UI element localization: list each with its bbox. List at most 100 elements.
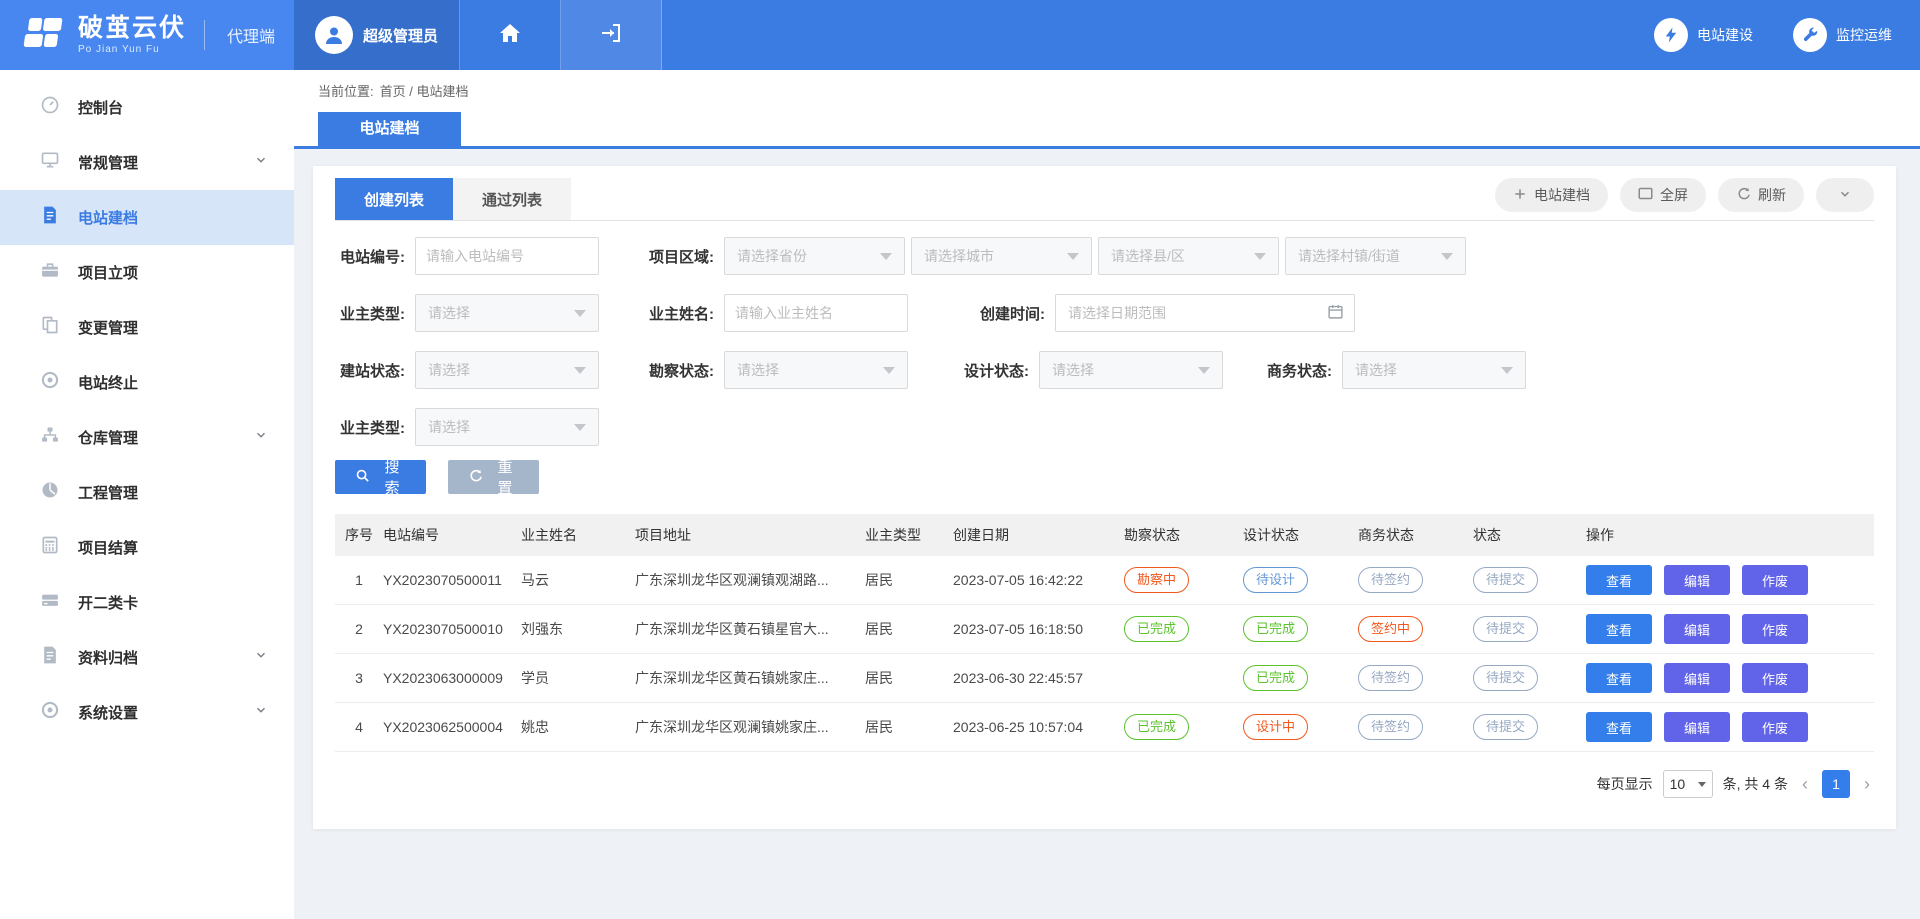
county-select[interactable]: 请选择县/区 (1098, 237, 1279, 275)
per-page-select[interactable]: 10 (1663, 770, 1713, 798)
sidebar-item-open-card[interactable]: 开二类卡 (0, 575, 294, 630)
search-button[interactable]: 搜索 (335, 460, 426, 494)
business-status-badge: 待签约 (1358, 665, 1423, 691)
page-number[interactable]: 1 (1822, 770, 1850, 798)
status-badge: 待提交 (1473, 567, 1538, 593)
owner-type2-label: 业主类型: (335, 417, 405, 438)
sidebar-item-change-mgmt[interactable]: 变更管理 (0, 300, 294, 355)
sidebar-item-console[interactable]: 控制台 (0, 80, 294, 135)
chevron-down-icon (1838, 187, 1852, 204)
edit-button[interactable]: 编辑 (1664, 565, 1730, 595)
station-table: 序号 电站编号 业主姓名 项目地址 业主类型 创建日期 勘察状态 设计状态 商务… (335, 514, 1874, 752)
lightning-icon (1654, 18, 1688, 52)
logo: 破茧云伏 Po Jian Yun Fu 代理端 (0, 0, 294, 70)
build-status-select[interactable]: 请选择 (415, 351, 599, 389)
sidebar-item-project-initiation[interactable]: 项目立项 (0, 245, 294, 300)
owner-type2-select[interactable]: 请选择 (415, 408, 599, 446)
tab-passed-list[interactable]: 通过列表 (453, 178, 571, 220)
business-status-badge: 待签约 (1358, 714, 1423, 740)
target-icon (40, 370, 60, 395)
design-status-badge: 待设计 (1243, 567, 1308, 593)
survey-status-select[interactable]: 请选择 (724, 351, 908, 389)
chevron-down-icon (254, 428, 268, 447)
view-button[interactable]: 查看 (1586, 614, 1652, 644)
province-select[interactable]: 请选择省份 (724, 237, 905, 275)
town-select[interactable]: 请选择村镇/街道 (1285, 237, 1466, 275)
calendar-icon (1327, 303, 1344, 323)
collapse-toolbar-button[interactable] (1816, 178, 1874, 212)
caret-down-icon (574, 424, 586, 431)
document-icon (40, 205, 60, 230)
total-count-label: 条, 共 4 条 (1723, 774, 1788, 794)
sidebar-item-general-mgmt[interactable]: 常规管理 (0, 135, 294, 190)
sidebar-item-system-settings[interactable]: 系统设置 (0, 685, 294, 740)
sidebar-item-station-terminate[interactable]: 电站终止 (0, 355, 294, 410)
prev-page-button[interactable]: ‹ (1798, 774, 1812, 795)
caret-down-icon (574, 310, 586, 317)
caret-down-icon (880, 253, 892, 260)
void-button[interactable]: 作废 (1742, 712, 1808, 742)
business-status-badge: 待签约 (1358, 567, 1423, 593)
sidebar-item-engineering-mgmt[interactable]: 工程管理 (0, 465, 294, 520)
caret-down-icon (1441, 253, 1453, 260)
logout-icon (599, 21, 623, 50)
station-no-input[interactable] (415, 237, 599, 275)
add-station-button[interactable]: 电站建档 (1495, 178, 1608, 212)
city-select[interactable]: 请选择城市 (911, 237, 1092, 275)
chevron-down-icon (254, 703, 268, 722)
survey-status-badge: 勘察中 (1124, 567, 1189, 593)
dashboard-icon (40, 95, 60, 120)
owner-type-select[interactable]: 请选择 (415, 294, 599, 332)
tab-create-list[interactable]: 创建列表 (335, 178, 453, 220)
filter-form: 电站编号: 项目区域: 请选择省份 请选择城市 请选择县/区 请选择村镇/街道 … (335, 237, 1874, 494)
reset-button[interactable]: 重置 (448, 460, 539, 494)
user-name: 超级管理员 (363, 25, 438, 46)
region-label: 项目区域: (639, 246, 714, 267)
calculator-icon (40, 535, 60, 560)
view-button[interactable]: 查看 (1586, 565, 1652, 595)
station-no-label: 电站编号: (335, 246, 405, 267)
view-button[interactable]: 查看 (1586, 663, 1652, 693)
user-menu[interactable]: 超级管理员 (294, 0, 460, 70)
search-icon (355, 468, 370, 487)
owner-name-input[interactable] (724, 294, 908, 332)
view-button[interactable]: 查看 (1586, 712, 1652, 742)
file-icon (40, 645, 60, 670)
portal-label: 代理端 (227, 23, 275, 47)
page-tab[interactable]: 电站建档 (318, 112, 461, 146)
main-content: 当前位置: 首页 / 电站建档 电站建档 创建列表 通过列表 电站建档 全屏 (294, 70, 1920, 919)
void-button[interactable]: 作废 (1742, 663, 1808, 693)
reset-icon (468, 468, 483, 487)
logout-button[interactable] (561, 0, 662, 70)
refresh-button[interactable]: 刷新 (1718, 178, 1804, 212)
edit-button[interactable]: 编辑 (1664, 663, 1730, 693)
next-page-button[interactable]: › (1860, 774, 1874, 795)
business-status-badge: 签约中 (1358, 616, 1423, 642)
design-status-select[interactable]: 请选择 (1039, 351, 1223, 389)
sidebar-item-station-archive[interactable]: 电站建档 (0, 190, 294, 245)
business-status-select[interactable]: 请选择 (1342, 351, 1526, 389)
survey-status-badge: 已完成 (1124, 616, 1189, 642)
void-button[interactable]: 作废 (1742, 614, 1808, 644)
survey-status-badge: 已完成 (1124, 714, 1189, 740)
caret-down-icon (1198, 367, 1210, 374)
create-time-input[interactable]: 请选择日期范围 (1055, 294, 1355, 332)
copy-files-icon (40, 315, 60, 340)
refresh-icon (1736, 186, 1751, 204)
caret-down-icon (1254, 253, 1266, 260)
home-icon (498, 21, 522, 50)
sidebar-item-warehouse-mgmt[interactable]: 仓库管理 (0, 410, 294, 465)
sidebar-item-data-archive[interactable]: 资料归档 (0, 630, 294, 685)
edit-button[interactable]: 编辑 (1664, 614, 1730, 644)
nav-monitor-ops[interactable]: 监控运维 (1793, 18, 1892, 52)
wrench-icon (1793, 18, 1827, 52)
edit-button[interactable]: 编辑 (1664, 712, 1730, 742)
nav-station-build[interactable]: 电站建设 (1654, 18, 1753, 52)
home-button[interactable] (460, 0, 561, 70)
void-button[interactable]: 作废 (1742, 565, 1808, 595)
sidebar-item-project-settlement[interactable]: 项目结算 (0, 520, 294, 575)
pagination: 每页显示 10 条, 共 4 条 ‹ 1 › (335, 770, 1874, 798)
breadcrumb-strip: 当前位置: 首页 / 电站建档 电站建档 (294, 70, 1920, 149)
fullscreen-button[interactable]: 全屏 (1620, 178, 1706, 212)
table-header-row: 序号 电站编号 业主姓名 项目地址 业主类型 创建日期 勘察状态 设计状态 商务… (335, 514, 1874, 556)
